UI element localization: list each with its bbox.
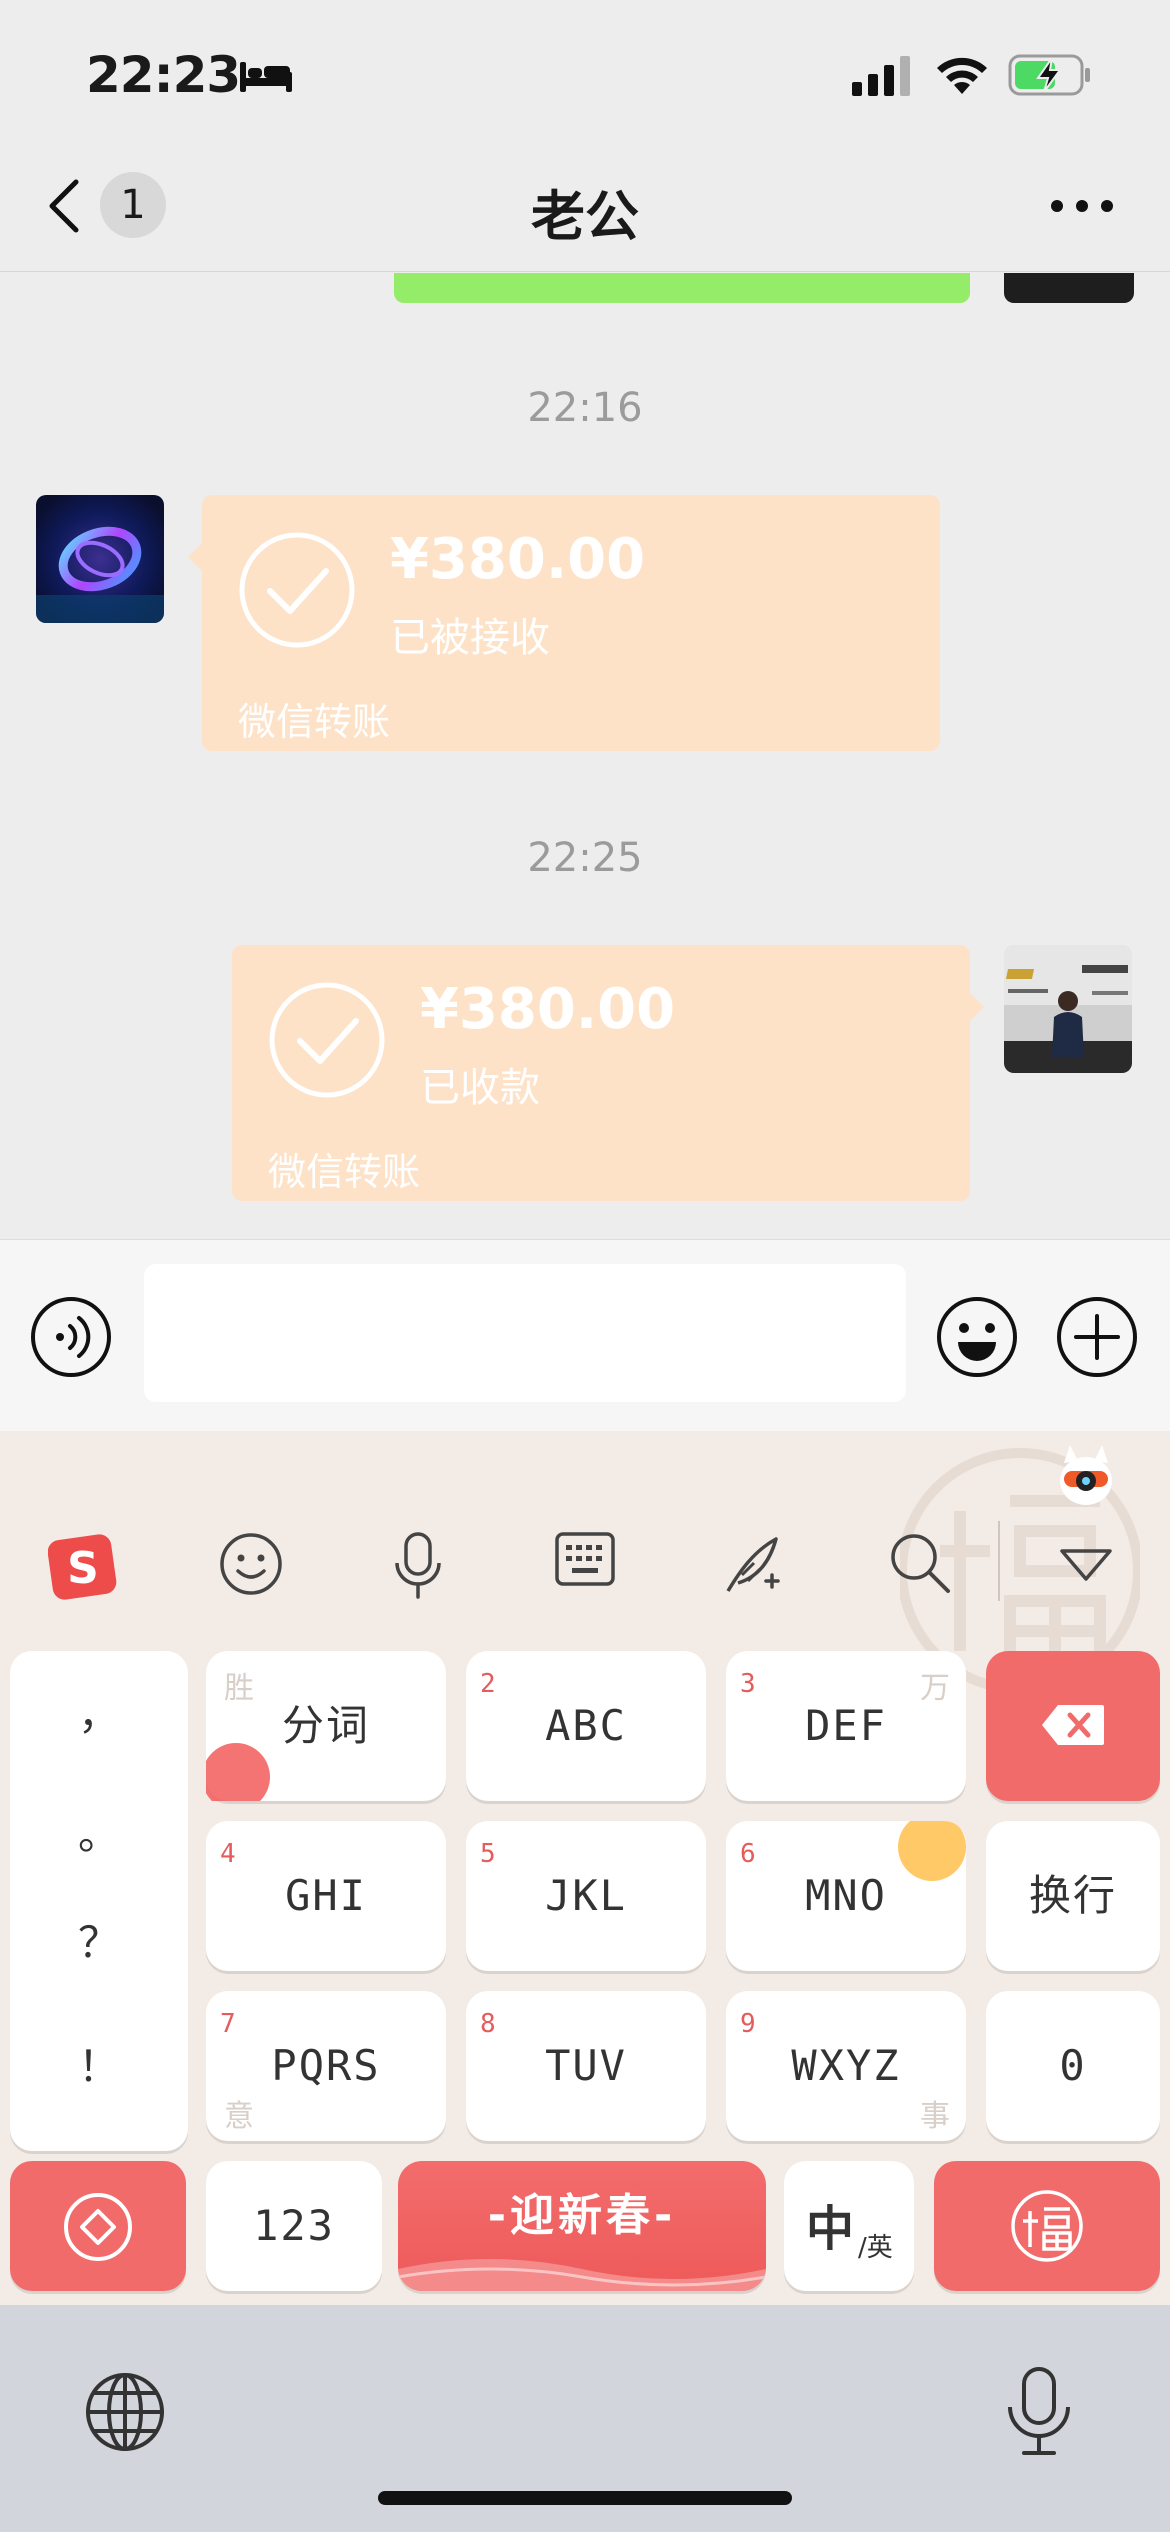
chat-messages[interactable]: 22:16 ¥380.00 已被接收 微信转账 22:25 ¥380.00 已收…: [0, 273, 1170, 1239]
ime-keyboard: S ， 。 ？ ！ 胜 分词 2 ABC 3 万 DEF 4 GHI 5 JKL…: [0, 1431, 1170, 2305]
battery-charging-icon: [1008, 54, 1092, 100]
transfer-card[interactable]: ¥380.00 已收款 微信转账: [232, 945, 984, 1201]
keyboard-icon[interactable]: [554, 1531, 616, 1591]
transfer-amount: ¥380.00: [420, 977, 676, 1042]
message-input[interactable]: [144, 1264, 906, 1402]
search-icon[interactable]: [888, 1531, 952, 1599]
system-keyboard-bar: [0, 2305, 1170, 2532]
key-wxyz[interactable]: 9 事 WXYZ: [726, 1991, 966, 2141]
key-ghi[interactable]: 4 GHI: [206, 1821, 446, 1971]
avatar[interactable]: [1004, 273, 1134, 303]
bed-icon: [240, 58, 292, 96]
punctuation-column[interactable]: ， 。 ？ ！: [10, 1651, 188, 2151]
more-icon[interactable]: [1050, 198, 1114, 217]
key-tuv[interactable]: 8 TUV: [466, 1991, 706, 2141]
language-toggle-key[interactable]: 中 /英: [784, 2161, 914, 2291]
message-timestamp: 22:16: [527, 385, 643, 431]
symbol-key[interactable]: [10, 2161, 186, 2291]
transfer-amount: ¥380.00: [390, 527, 646, 592]
delete-key[interactable]: [986, 1651, 1160, 1801]
space-key[interactable]: -迎新春-: [398, 2161, 766, 2291]
avatar[interactable]: [1004, 945, 1132, 1073]
key-pqrs[interactable]: 7 意 PQRS: [206, 1991, 446, 2141]
newline-key[interactable]: 换行: [986, 1821, 1160, 1971]
message-input-bar: [0, 1239, 1170, 1431]
key-segment[interactable]: 胜 分词: [206, 1651, 446, 1801]
avatar[interactable]: [36, 495, 164, 623]
status-bar: 22:23: [0, 0, 1170, 150]
check-circle-icon: [238, 531, 356, 653]
key-def[interactable]: 3 万 DEF: [726, 1651, 966, 1801]
handwriting-icon[interactable]: [720, 1531, 786, 1601]
mascot-icon[interactable]: [1056, 1441, 1116, 1515]
emoji-icon[interactable]: [218, 1531, 284, 1601]
backspace-icon: [1040, 1703, 1106, 1751]
message-timestamp: 22:25: [527, 835, 643, 881]
numbers-key[interactable]: 123: [206, 2161, 382, 2291]
transfer-label: 微信转账: [268, 1150, 421, 1194]
transfer-label: 微信转账: [238, 700, 391, 744]
key-mno[interactable]: 6 MNO: [726, 1821, 966, 1971]
punct-exclaim[interactable]: ！: [10, 2033, 188, 2094]
transfer-status: 已收款: [420, 1065, 540, 1111]
check-circle-icon: [268, 981, 386, 1103]
key-abc[interactable]: 2 ABC: [466, 1651, 706, 1801]
key-jkl[interactable]: 5 JKL: [466, 1821, 706, 1971]
transfer-card[interactable]: ¥380.00 已被接收 微信转账: [188, 495, 940, 751]
globe-icon[interactable]: [84, 2371, 166, 2457]
home-indicator[interactable]: [378, 2491, 792, 2505]
wifi-icon: [935, 54, 989, 100]
emoji-icon[interactable]: [936, 1296, 1018, 1382]
previous-text-bubble[interactable]: [394, 273, 970, 303]
fu-icon: [1010, 2189, 1084, 2267]
sogou-logo-icon[interactable]: S: [47, 1531, 118, 1605]
collapse-icon[interactable]: [1058, 1547, 1114, 1587]
chat-title: 老公: [531, 185, 639, 248]
status-time: 22:23: [86, 46, 241, 104]
voice-icon[interactable]: [30, 1296, 112, 1382]
signal-icon: [852, 56, 914, 100]
key-zero[interactable]: 0: [986, 1991, 1160, 2141]
chat-header: 1 老公: [0, 150, 1170, 272]
punct-period[interactable]: 。: [10, 1801, 188, 1862]
plus-icon[interactable]: [1056, 1296, 1138, 1382]
svg-text:S: S: [67, 1543, 99, 1594]
punct-question[interactable]: ？: [10, 1909, 188, 1970]
microphone-icon[interactable]: [392, 1531, 444, 1605]
dictation-icon[interactable]: [1004, 2365, 1074, 2463]
punct-comma[interactable]: ，: [10, 1681, 188, 1742]
fu-key[interactable]: [934, 2161, 1160, 2291]
divider: [998, 1521, 1002, 1605]
diamond-circle-icon: [62, 2191, 134, 2267]
transfer-status: 已被接收: [390, 615, 550, 661]
